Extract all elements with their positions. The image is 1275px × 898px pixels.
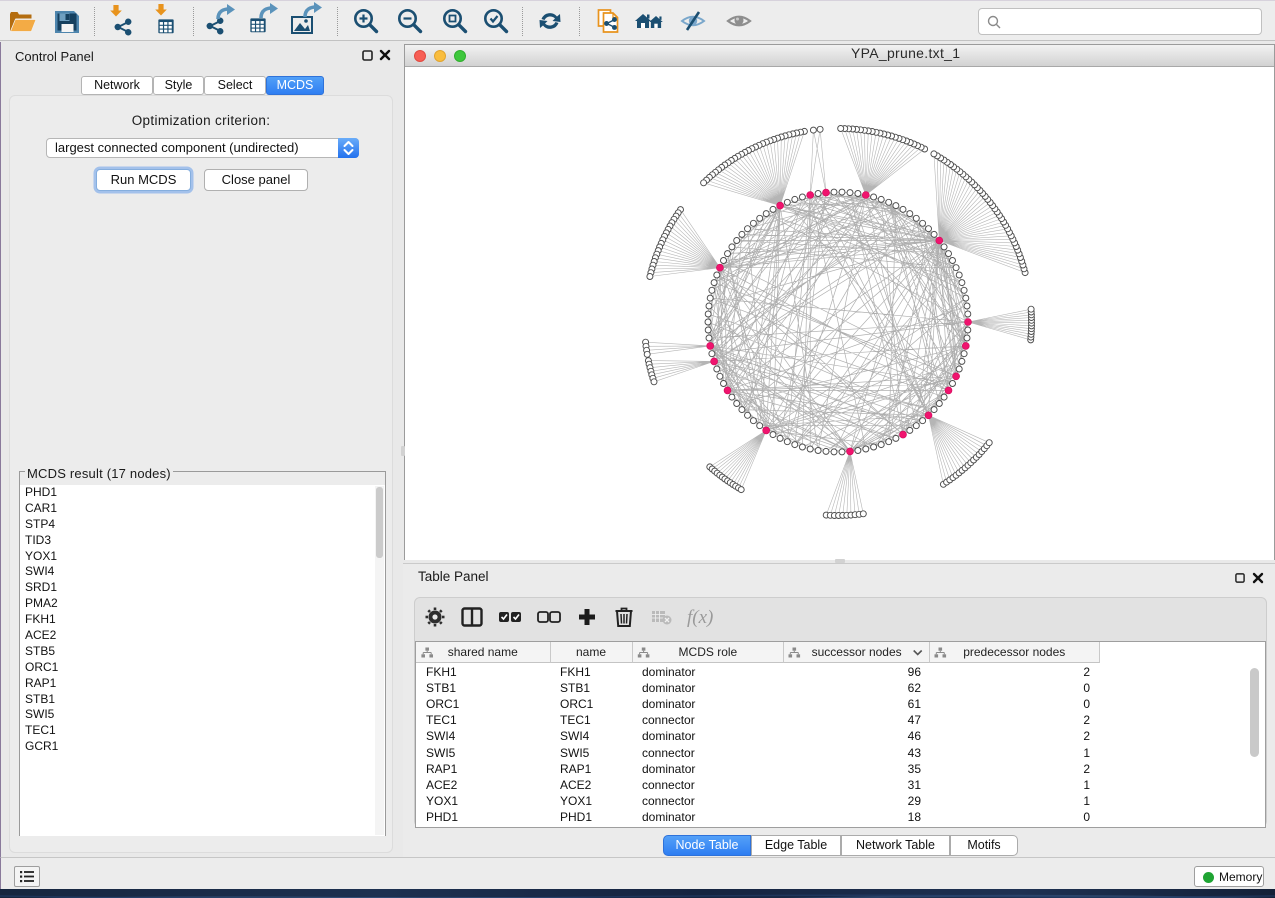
svg-text:f(x): f(x)	[687, 607, 713, 628]
